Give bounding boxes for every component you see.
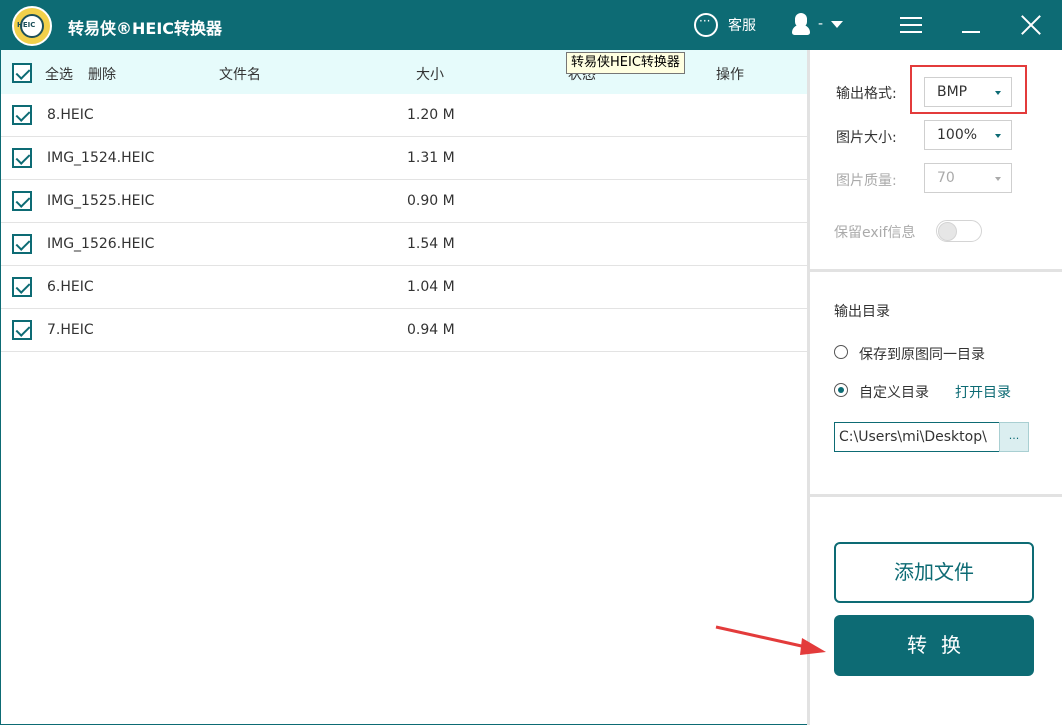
convert-button[interactable]: 转换 [834, 615, 1034, 676]
column-header-action: 操作 [716, 67, 744, 83]
file-list-panel: 全选 删除 文件名 大小 状态 操作 转易侠HEIC转换器 8.HEIC 1.2… [0, 50, 807, 725]
file-name: IMG_1524.HEIC [47, 150, 155, 166]
app-logo-icon: HEIC [12, 6, 52, 46]
settings-panel: 输出格式: BMP 图片大小: 100% 图片质量: 70 保留exif信息 输… [807, 50, 1062, 725]
user-name: - [818, 16, 824, 32]
column-header-name: 文件名 [219, 67, 261, 83]
row-checkbox[interactable] [12, 148, 32, 168]
row-checkbox[interactable] [12, 320, 32, 340]
size-select[interactable]: 100% [924, 120, 1012, 150]
row-checkbox[interactable] [12, 191, 32, 211]
select-all-label[interactable]: 全选 [45, 64, 73, 84]
quality-label: 图片质量: [836, 173, 897, 189]
caret-down-icon [995, 134, 1001, 138]
table-row[interactable]: IMG_1525.HEIC 0.90 M [1, 180, 807, 223]
format-label: 输出格式: [836, 86, 897, 102]
tooltip: 转易侠HEIC转换器 [566, 52, 685, 74]
chat-icon [694, 13, 718, 37]
table-row[interactable]: IMG_1524.HEIC 1.31 M [1, 137, 807, 180]
output-directory-section: 输出目录 保存到原图同一目录 自定义目录 打开目录 C:\Users\mi\De… [810, 275, 1062, 497]
file-name: IMG_1525.HEIC [47, 193, 155, 209]
file-name: 7.HEIC [47, 322, 94, 338]
open-directory-link[interactable]: 打开目录 [955, 382, 1011, 402]
browse-button[interactable]: ... [999, 422, 1029, 452]
format-settings-section: 输出格式: BMP 图片大小: 100% 图片质量: 70 保留exif信息 [810, 50, 1062, 272]
file-size: 0.90 M [407, 193, 455, 209]
table-header: 全选 删除 文件名 大小 状态 操作 转易侠HEIC转换器 [1, 50, 807, 94]
hamburger-menu-icon[interactable] [900, 17, 922, 33]
file-name: IMG_1526.HEIC [47, 236, 155, 252]
logo-text: HEIC [17, 21, 36, 29]
title-bar: HEIC 转易侠®HEIC转换器 客服 - [0, 0, 1062, 50]
custom-directory-label[interactable]: 自定义目录 [859, 382, 929, 402]
file-size: 1.31 M [407, 150, 455, 166]
output-path-field[interactable]: C:\Users\mi\Desktop\ [834, 422, 1000, 452]
file-size: 0.94 M [407, 322, 455, 338]
user-menu[interactable]: - [792, 13, 844, 35]
row-checkbox[interactable] [12, 234, 32, 254]
close-icon[interactable] [1020, 14, 1042, 36]
customer-service-label: 客服 [728, 18, 756, 34]
same-directory-radio[interactable] [834, 345, 848, 359]
size-label: 图片大小: [836, 130, 897, 146]
delete-button[interactable]: 删除 [88, 64, 116, 84]
file-size: 1.54 M [407, 236, 455, 252]
select-all-checkbox[interactable] [12, 63, 32, 83]
caret-down-icon [995, 91, 1001, 95]
row-checkbox[interactable] [12, 277, 32, 297]
exif-toggle[interactable] [936, 220, 982, 242]
custom-directory-radio[interactable] [834, 383, 848, 397]
file-size: 1.04 M [407, 279, 455, 295]
file-size: 1.20 M [407, 107, 455, 123]
column-header-size: 大小 [416, 67, 444, 83]
file-name: 6.HEIC [47, 279, 94, 295]
same-directory-label[interactable]: 保存到原图同一目录 [859, 344, 985, 364]
minimize-icon[interactable] [962, 31, 980, 33]
quality-select[interactable]: 70 [924, 163, 1012, 193]
caret-down-icon [995, 177, 1001, 181]
customer-service-button[interactable]: 客服 [694, 12, 756, 38]
annotation-arrow-icon [715, 625, 826, 655]
file-name: 8.HEIC [47, 107, 94, 123]
app-title: 转易侠®HEIC转换器 [68, 19, 223, 38]
user-icon [792, 13, 810, 35]
row-checkbox[interactable] [12, 105, 32, 125]
size-value: 100% [937, 127, 978, 143]
format-value: BMP [937, 84, 968, 100]
exif-label: 保留exif信息 [834, 225, 916, 241]
table-row[interactable]: 8.HEIC 1.20 M [1, 94, 807, 137]
add-files-button[interactable]: 添加文件 [834, 542, 1034, 603]
table-row[interactable]: 7.HEIC 0.94 M [1, 309, 807, 352]
chevron-down-icon [831, 20, 844, 28]
format-select[interactable]: BMP [924, 77, 1012, 107]
table-row[interactable]: IMG_1526.HEIC 1.54 M [1, 223, 807, 266]
toggle-knob [938, 222, 957, 241]
table-row[interactable]: 6.HEIC 1.04 M [1, 266, 807, 309]
quality-value: 70 [937, 170, 955, 186]
output-directory-title: 输出目录 [834, 304, 890, 320]
